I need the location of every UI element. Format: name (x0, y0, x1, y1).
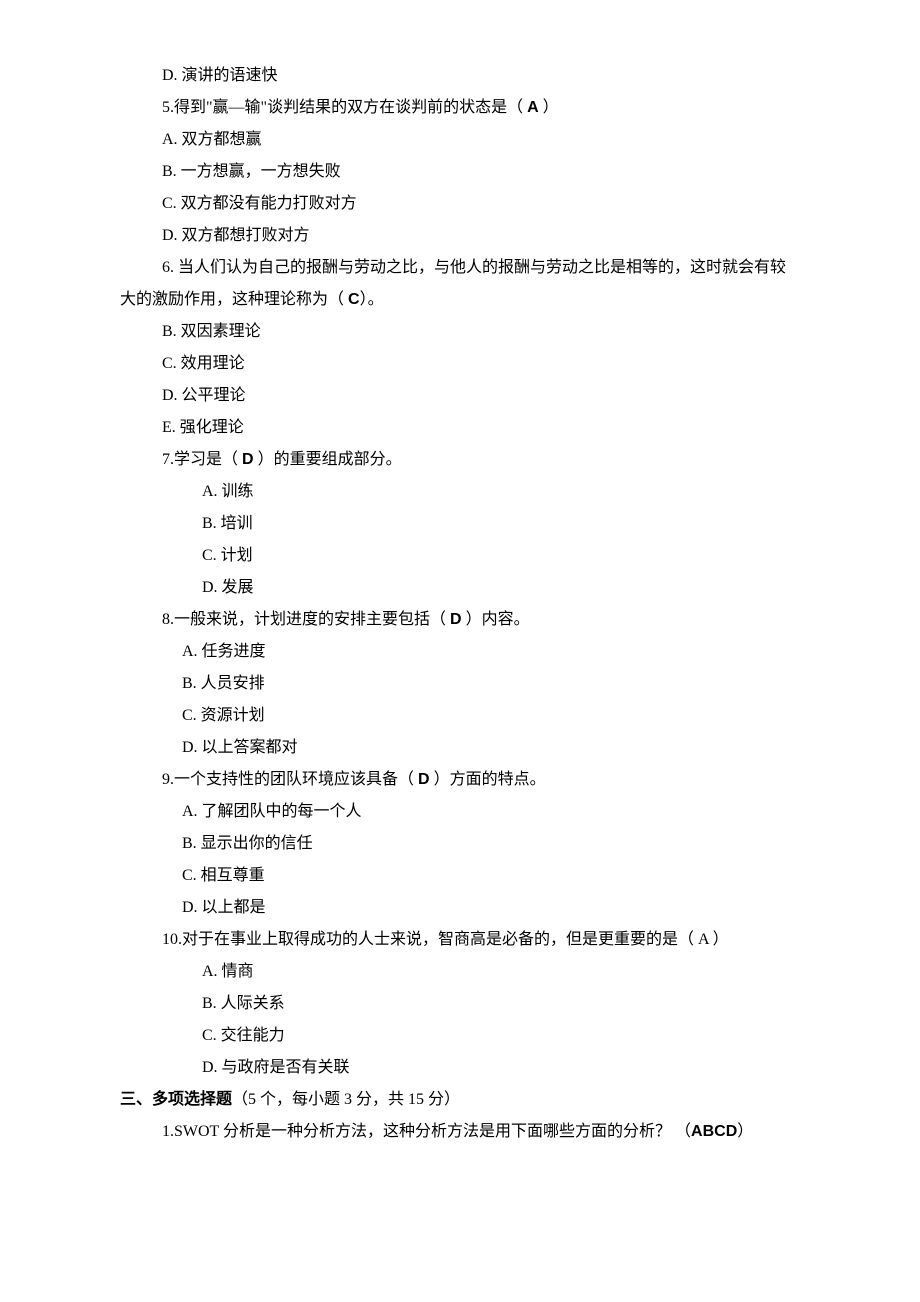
q10-option-a: A. 情商 (120, 956, 800, 988)
section-3-info: （5 个，每小题 3 分，共 15 分） (232, 1091, 460, 1108)
q5-option-d: D. 演讲的语速快 (120, 60, 800, 92)
q9-option-c: C. 相互尊重 (120, 860, 800, 892)
q8-option-c: C. 资源计划 (120, 700, 800, 732)
q6-option-e: E. 强化理论 (120, 412, 800, 444)
q10-stem: 10.对于在事业上取得成功的人士来说，智商高是必备的，但是更重要的是（ A ） (120, 924, 800, 956)
q6-option-d: D. 公平理论 (120, 380, 800, 412)
section-3-heading-line: 三、多项选择题（5 个，每小题 3 分，共 15 分） (120, 1084, 800, 1116)
q7-answer: D (242, 451, 254, 468)
document-page: D. 演讲的语速快 5.得到"赢—输"谈判结果的双方在谈判前的状态是（ A ） … (0, 0, 920, 1208)
q8-option-a: A. 任务进度 (120, 636, 800, 668)
q6-answer: C (348, 291, 360, 308)
q6-stem-text-b: ）。 (360, 291, 384, 308)
q10-option-c: C. 交往能力 (120, 1020, 800, 1052)
q9-stem-text-b: ）方面的特点。 (430, 771, 546, 788)
s3-q1-stem-text-a: 1.SWOT 分析是一种分析方法，这种分析方法是用下面哪些方面的分析？ （ (162, 1123, 691, 1140)
q9-option-a: A. 了解团队中的每一个人 (120, 796, 800, 828)
q7-stem-text-b: ）的重要组成部分。 (254, 451, 402, 468)
q8-answer: D (450, 611, 462, 628)
q9-option-b: B. 显示出你的信任 (120, 828, 800, 860)
q5-option-d2: D. 双方都想打败对方 (120, 220, 800, 252)
q5-answer: A (527, 99, 539, 116)
q5-option-b: B. 一方想赢，一方想失败 (120, 156, 800, 188)
q6-stem: 6. 当人们认为自己的报酬与劳动之比，与他人的报酬与劳动之比是相等的，这时就会有… (120, 252, 800, 316)
q5-option-c: C. 双方都没有能力打败对方 (120, 188, 800, 220)
s3-q1-stem: 1.SWOT 分析是一种分析方法，这种分析方法是用下面哪些方面的分析？ （ABC… (120, 1116, 800, 1148)
s3-q1-stem-text-b: ） (737, 1123, 753, 1140)
q5-stem: 5.得到"赢—输"谈判结果的双方在谈判前的状态是（ A ） (120, 92, 800, 124)
q7-option-a: A. 训练 (120, 476, 800, 508)
q6-stem-text-a: 6. 当人们认为自己的报酬与劳动之比，与他人的报酬与劳动之比是相等的，这时就会有… (120, 259, 786, 308)
q10-option-b: B. 人际关系 (120, 988, 800, 1020)
q6-option-c: C. 效用理论 (120, 348, 800, 380)
q6-option-b: B. 双因素理论 (120, 316, 800, 348)
q8-stem-text-b: ）内容。 (462, 611, 530, 628)
q5-stem-text-b: ） (539, 99, 559, 116)
q8-option-b: B. 人员安排 (120, 668, 800, 700)
q7-option-c: C. 计划 (120, 540, 800, 572)
q9-stem-text-a: 9.一个支持性的团队环境应该具备（ (162, 771, 418, 788)
q8-stem: 8.一般来说，计划进度的安排主要包括（ D ）内容。 (120, 604, 800, 636)
q7-stem-text-a: 7.学习是（ (162, 451, 242, 468)
q8-option-d: D. 以上答案都对 (120, 732, 800, 764)
q9-answer: D (418, 771, 430, 788)
s3-q1-answer: ABCD (691, 1123, 737, 1140)
q9-stem: 9.一个支持性的团队环境应该具备（ D ）方面的特点。 (120, 764, 800, 796)
section-3-heading: 三、多项选择题 (120, 1091, 232, 1108)
q10-option-d: D. 与政府是否有关联 (120, 1052, 800, 1084)
q8-stem-text-a: 8.一般来说，计划进度的安排主要包括（ (162, 611, 450, 628)
q5-option-a: A. 双方都想赢 (120, 124, 800, 156)
q5-stem-text-a: 5.得到"赢—输"谈判结果的双方在谈判前的状态是（ (162, 99, 527, 116)
q7-option-d: D. 发展 (120, 572, 800, 604)
q9-option-d: D. 以上都是 (120, 892, 800, 924)
q7-option-b: B. 培训 (120, 508, 800, 540)
q7-stem: 7.学习是（ D ）的重要组成部分。 (120, 444, 800, 476)
